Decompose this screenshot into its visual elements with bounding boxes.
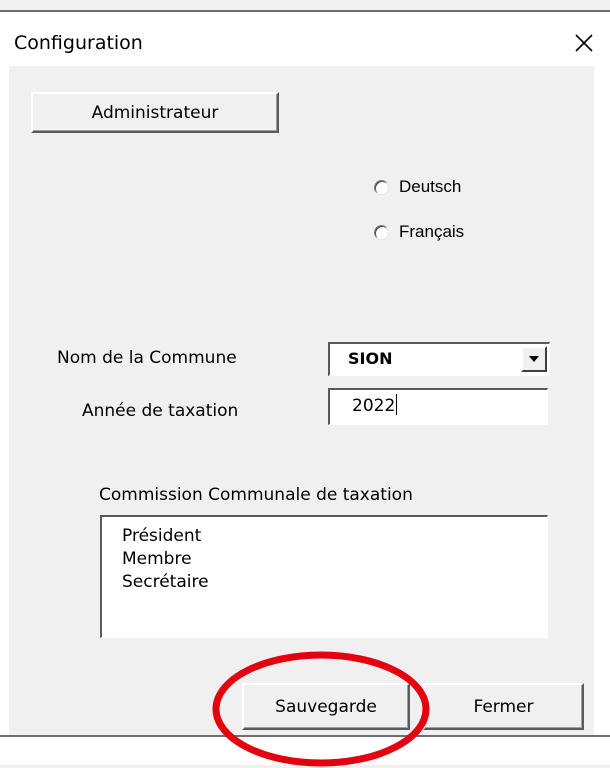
sauvegarde-button[interactable]: Sauvegarde (242, 683, 410, 730)
close-icon (575, 34, 593, 52)
list-item-president[interactable]: Président (122, 526, 201, 546)
radio-francais[interactable]: Français (374, 222, 464, 242)
fermer-button[interactable]: Fermer (423, 683, 584, 730)
list-item-secretaire[interactable]: Secrétaire (122, 572, 209, 592)
dropdown-button[interactable] (521, 346, 547, 372)
list-item-membre[interactable]: Membre (122, 549, 192, 569)
commission-label: Commission Communale de taxation (99, 485, 413, 505)
radio-circle-icon[interactable] (374, 179, 389, 195)
annee-input[interactable]: 2022 (328, 388, 548, 425)
commune-label: Nom de la Commune (57, 348, 237, 368)
radio-deutsch[interactable]: Deutsch (374, 177, 461, 197)
window-title: Configuration (14, 32, 143, 54)
text-caret (396, 394, 398, 415)
commune-value: SION (348, 349, 393, 368)
commune-dropdown[interactable]: SION (328, 342, 550, 376)
radio-deutsch-label: Deutsch (399, 177, 462, 196)
commission-listbox[interactable]: Président Membre Secrétaire (100, 515, 548, 638)
configuration-dialog: Configuration Administrateur Deutsch Fra… (0, 0, 610, 767)
radio-francais-label: Français (399, 222, 465, 241)
chevron-down-icon (529, 356, 539, 362)
annee-label: Année de taxation (82, 401, 239, 421)
window-right-edge (594, 66, 610, 765)
close-button[interactable] (566, 28, 602, 58)
annee-value: 2022 (352, 394, 398, 416)
title-bar: Configuration (0, 12, 610, 66)
administrateur-button[interactable]: Administrateur (31, 92, 279, 133)
background-below-window (0, 737, 610, 765)
window-left-edge (0, 66, 9, 765)
radio-circle-icon[interactable] (374, 224, 389, 240)
